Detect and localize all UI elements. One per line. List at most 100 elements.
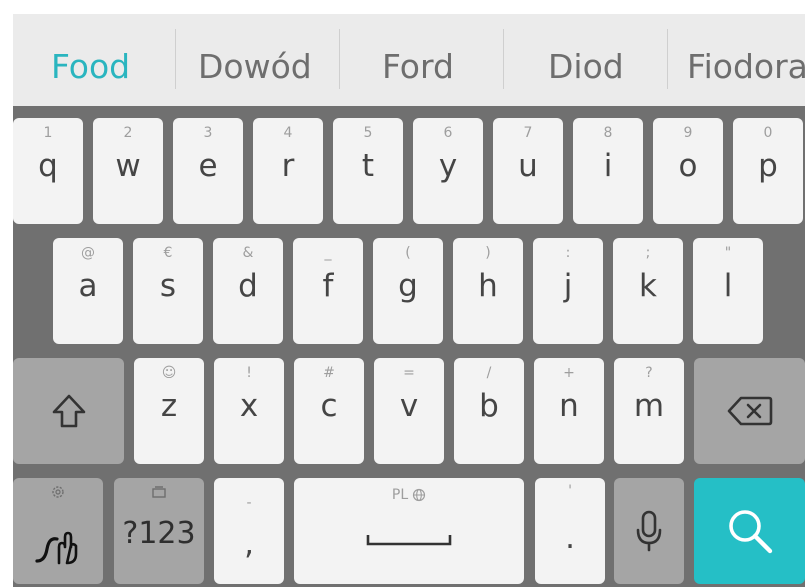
key-label: d <box>238 268 258 304</box>
period-key-label: . <box>565 520 575 556</box>
suggestion-divider <box>339 29 340 89</box>
key-hint: 3 <box>203 125 213 141</box>
key-hint: ! <box>246 365 252 381</box>
key-x[interactable]: ! x <box>214 358 284 464</box>
key-label: k <box>639 268 657 304</box>
key-hint: # <box>323 365 335 381</box>
key-hint: @ <box>81 245 95 261</box>
key-f[interactable]: _ f <box>293 238 363 344</box>
shift-key[interactable] <box>13 358 124 464</box>
clipboard-icon <box>114 482 204 502</box>
key-u[interactable]: 7u <box>493 118 563 224</box>
key-z[interactable]: ☺ z <box>134 358 204 464</box>
key-label: x <box>239 388 259 424</box>
key-a[interactable]: @ a <box>53 238 123 344</box>
key-hint: & <box>242 245 254 261</box>
suggestion-divider <box>667 29 668 89</box>
key-label: h <box>478 268 498 304</box>
key-label: a <box>78 268 98 304</box>
key-hint: + <box>563 365 575 381</box>
key-label: s <box>159 268 177 304</box>
comma-key-hint: - <box>246 495 252 511</box>
key-d[interactable]: & d <box>213 238 283 344</box>
key-hint: " <box>724 245 732 261</box>
key-label: e <box>198 148 218 184</box>
numbers-symbols-label: ?123 <box>122 516 196 551</box>
key-t[interactable]: 5t <box>333 118 403 224</box>
key-hint: _ <box>324 245 332 261</box>
suggestion-item[interactable]: Ford <box>382 14 454 106</box>
key-label: w <box>115 148 141 184</box>
voice-input-key[interactable] <box>614 478 684 584</box>
shift-icon <box>13 358 124 464</box>
key-w[interactable]: 2w <box>93 118 163 224</box>
suggestion-divider <box>175 29 176 89</box>
key-o[interactable]: 9o <box>653 118 723 224</box>
suggestion-item[interactable]: Fiodora <box>687 14 805 106</box>
key-label: o <box>678 148 698 184</box>
key-i[interactable]: 8i <box>573 118 643 224</box>
period-key[interactable]: ' . <box>535 478 605 584</box>
key-hint: : <box>565 245 571 261</box>
key-hint: 5 <box>363 125 373 141</box>
keyboard: Food Dowód Ford Diod Fiodora 1q2w3e4r5t6… <box>13 14 805 587</box>
key-label: r <box>281 148 295 184</box>
key-v[interactable]: = v <box>374 358 444 464</box>
gesture-settings-key[interactable] <box>13 478 103 584</box>
suggestion-item[interactable]: Dowód <box>198 14 312 106</box>
key-b[interactable]: / b <box>454 358 524 464</box>
key-p[interactable]: 0p <box>733 118 803 224</box>
suggestion-bar: Food Dowód Ford Diod Fiodora <box>13 14 805 106</box>
key-q[interactable]: 1q <box>13 118 83 224</box>
gear-icon <box>13 482 103 502</box>
key-j[interactable]: :j <box>533 238 603 344</box>
key-label: l <box>723 268 733 304</box>
backspace-icon <box>694 358 805 464</box>
key-g[interactable]: (g <box>373 238 443 344</box>
key-label: v <box>399 388 419 424</box>
key-l[interactable]: " l <box>693 238 763 344</box>
key-label: u <box>518 148 538 184</box>
suggestion-divider <box>503 29 504 89</box>
key-label: j <box>563 268 573 304</box>
key-label: b <box>479 388 499 424</box>
key-label: g <box>398 268 418 304</box>
key-hint: ? <box>645 365 653 381</box>
globe-icon <box>413 488 426 502</box>
numbers-symbols-key[interactable]: ?123 <box>114 478 204 584</box>
key-label: p <box>758 148 778 184</box>
key-s[interactable]: € s <box>133 238 203 344</box>
suggestion-primary[interactable]: Food <box>51 14 130 106</box>
key-label: f <box>322 268 334 304</box>
key-label: t <box>361 148 375 184</box>
key-n[interactable]: + n <box>534 358 604 464</box>
language-label: PL <box>391 487 409 503</box>
key-h[interactable]: ) h <box>453 238 523 344</box>
key-hint: 4 <box>283 125 293 141</box>
key-m[interactable]: ? m <box>614 358 684 464</box>
suggestion-item[interactable]: Diod <box>548 14 624 106</box>
key-c[interactable]: # c <box>294 358 364 464</box>
swipe-gesture-icon <box>13 512 103 578</box>
key-hint: / <box>486 365 492 381</box>
key-e[interactable]: 3e <box>173 118 243 224</box>
comma-key[interactable]: - , <box>214 478 284 584</box>
space-key[interactable]: PL <box>294 478 524 584</box>
period-key-hint: ' <box>568 483 572 499</box>
key-hint: 1 <box>43 125 53 141</box>
key-k[interactable]: ; k <box>613 238 683 344</box>
key-hint: € <box>163 245 173 261</box>
key-hint: 9 <box>683 125 693 141</box>
backspace-key[interactable] <box>694 358 805 464</box>
space-bar-icon <box>294 532 524 548</box>
key-hint: = <box>403 365 415 381</box>
key-hint: ☺ <box>161 365 177 381</box>
key-hint: 8 <box>603 125 613 141</box>
key-r[interactable]: 4r <box>253 118 323 224</box>
search-key[interactable] <box>694 478 805 584</box>
microphone-icon <box>614 478 684 584</box>
key-y[interactable]: 6y <box>413 118 483 224</box>
key-label: q <box>38 148 58 184</box>
key-label: y <box>438 148 458 184</box>
key-label: m <box>633 388 665 424</box>
